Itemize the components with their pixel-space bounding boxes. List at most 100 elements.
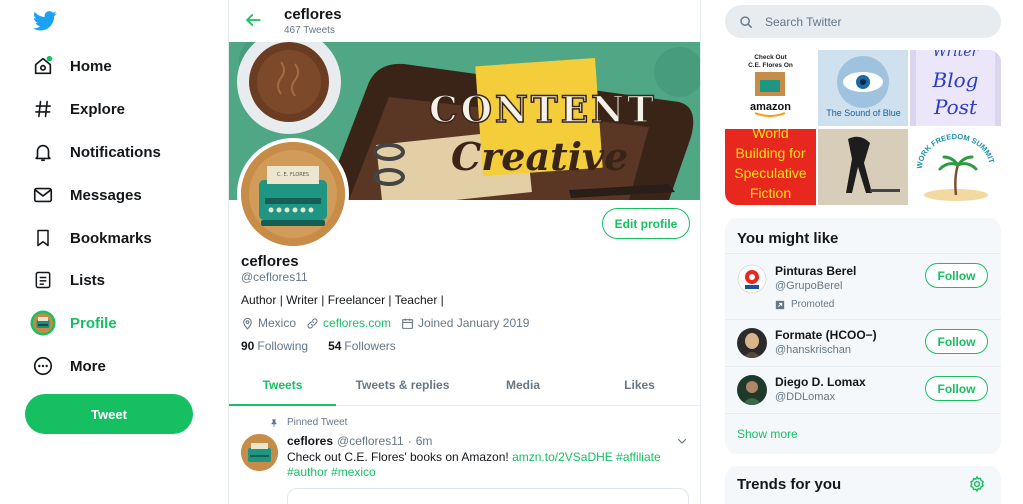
sidebar-item-notifications[interactable]: Notifications — [30, 137, 161, 167]
media-tile-book-cover[interactable] — [817, 128, 909, 205]
tile-text-line2: Blog — [932, 68, 979, 92]
sidebar-item-label: Home — [70, 57, 112, 75]
suggestion-handle: @hanskrischan — [775, 344, 851, 356]
location-pin-icon — [243, 317, 252, 330]
media-tile-world-building[interactable]: World Building for Speculative Fiction — [725, 128, 816, 205]
media-tile-amazon-books[interactable]: Check Out C.E. Flores On amazon — [725, 50, 816, 127]
media-tile-writer-blog-post[interactable]: Writer Blog Post — [910, 50, 1001, 127]
sidebar-item-label: More — [70, 357, 106, 375]
tile-text-line3: Post — [933, 95, 978, 119]
tweet-link[interactable]: amzn.to/2VSaDHE — [512, 450, 613, 464]
follow-button[interactable]: Follow — [925, 376, 988, 401]
gear-icon[interactable] — [968, 475, 986, 493]
location-text: Mexico — [258, 316, 297, 330]
bell-icon — [30, 139, 56, 165]
suggestion-avatar[interactable] — [737, 375, 767, 405]
profile-joined: Joined January 2019 — [401, 316, 529, 330]
hashtag-affiliate[interactable]: #affiliate — [616, 450, 660, 464]
suggestion-item[interactable]: Pinturas Berel @GrupoBerel Promoted Foll… — [725, 253, 1001, 319]
profile-website[interactable]: ceflores.com — [306, 316, 391, 330]
typewriter-paper-text: C. E. FLORES — [277, 172, 309, 178]
suggestion-item[interactable]: Diego D. Lomax @DDLomax Follow — [725, 366, 1001, 413]
panel-title: Trends for you — [737, 476, 842, 493]
tile-caption: The Sound of Blue — [826, 108, 901, 118]
tweet-text: Check out C.E. Flores' books on Amazon! … — [287, 450, 682, 480]
sidebar-item-home[interactable]: Home — [30, 51, 112, 81]
suggestion-handle: @GrupoBerel — [775, 280, 843, 292]
tab-media[interactable]: Media — [469, 365, 577, 405]
header-name: ceflores — [284, 6, 342, 23]
pinned-indicator: Pinned Tweet — [269, 417, 347, 428]
search-box[interactable] — [725, 5, 1001, 38]
amazon-logo-text: amazon — [750, 101, 791, 113]
search-input[interactable] — [765, 14, 985, 29]
tab-likes[interactable]: Likes — [577, 365, 700, 405]
tweet-author-handle: @ceflores11 — [337, 434, 404, 448]
tweet-link-card[interactable] — [287, 488, 689, 504]
panel-divider — [725, 413, 1001, 414]
promoted-icon — [775, 300, 785, 309]
tweet-body-text: Check out C.E. Flores' books on Amazon! — [287, 450, 509, 464]
edit-profile-button[interactable]: Edit profile — [602, 208, 690, 239]
back-arrow-icon[interactable] — [243, 10, 263, 30]
tweet-author-name[interactable]: ceflores — [287, 434, 333, 448]
hashtag-author[interactable]: #author — [287, 465, 328, 479]
website-link[interactable]: ceflores.com — [323, 316, 391, 330]
sidebar-item-lists[interactable]: Lists — [30, 265, 105, 295]
profile-main-column: ceflores 467 Tweets CONTENT Creative C. … — [228, 0, 701, 504]
more-circle-icon — [30, 353, 56, 379]
media-tile-work-freedom-summit[interactable]: WORK FREEDOM SUMMIT — [910, 128, 1001, 205]
panel-title: You might like — [737, 230, 839, 247]
sidebar-item-profile[interactable]: Profile — [30, 308, 117, 338]
tab-tweets[interactable]: Tweets — [229, 365, 336, 406]
tweet-author-avatar[interactable] — [241, 434, 278, 471]
search-icon — [740, 15, 752, 28]
trends-panel: Trends for you — [725, 466, 1001, 504]
sidebar-item-label: Lists — [70, 271, 106, 289]
sidebar-item-bookmarks[interactable]: Bookmarks — [30, 223, 152, 253]
suggestion-avatar[interactable] — [737, 264, 767, 294]
tweet-button[interactable]: Tweet — [25, 394, 193, 434]
follow-button[interactable]: Follow — [925, 263, 988, 288]
suggestion-item[interactable]: Formate (HCOO−) @hanskrischan Follow — [725, 319, 1001, 366]
hashtag-mexico[interactable]: #mexico — [331, 465, 376, 479]
sidebar-item-explore[interactable]: Explore — [30, 94, 125, 124]
suggestion-name[interactable]: Pinturas Berel — [775, 264, 856, 278]
followers-count: 54 — [328, 339, 342, 353]
banner-title-line2: Creative — [451, 134, 628, 179]
tweet-header: ceflores @ceflores11 · 6m — [287, 434, 432, 448]
pin-icon — [271, 418, 277, 427]
bookmark-icon — [30, 225, 56, 251]
calendar-icon — [402, 318, 413, 329]
followers-label: Followers — [344, 339, 396, 353]
list-icon — [30, 267, 56, 293]
profile-meta: Mexico ceflores.com Joined January 2019 — [241, 316, 539, 330]
pinned-label: Pinned Tweet — [287, 417, 348, 428]
media-grid: Check Out C.E. Flores On amazon The Soun… — [725, 50, 1001, 205]
follow-button[interactable]: Follow — [925, 329, 988, 354]
sidebar-item-messages[interactable]: Messages — [30, 180, 142, 210]
following-label: Following — [257, 339, 309, 353]
profile-avatar — [30, 310, 56, 336]
chevron-down-icon[interactable] — [676, 435, 688, 447]
followers-link[interactable]: 54 Followers — [328, 339, 396, 353]
tweet-separator: · — [407, 434, 412, 448]
sidebar-item-more[interactable]: More — [30, 351, 106, 381]
sidebar-item-label: Messages — [70, 186, 142, 204]
sidebar-item-label: Profile — [70, 314, 117, 332]
profile-handle: @ceflores11 — [241, 270, 308, 284]
following-link[interactable]: 90 Following — [241, 339, 308, 353]
show-more-link[interactable]: Show more — [737, 427, 798, 441]
tab-tweets-and-replies[interactable]: Tweets & replies — [336, 365, 469, 405]
tweet-time[interactable]: 6m — [416, 434, 433, 448]
profile-avatar-large[interactable]: C. E. FLORES — [237, 138, 349, 250]
suggestion-name[interactable]: Formate (HCOO−) — [775, 328, 877, 342]
banner-title-line1: CONTENT — [429, 89, 657, 131]
profile-name: ceflores — [241, 253, 299, 270]
media-tile-sound-of-blue[interactable]: The Sound of Blue — [817, 50, 909, 127]
twitter-bird-icon[interactable] — [33, 10, 57, 32]
you-might-like-panel: You might like Pinturas Berel @GrupoBere… — [725, 218, 1001, 454]
suggestion-name[interactable]: Diego D. Lomax — [775, 375, 866, 389]
tile-text-line1: Writer — [933, 50, 980, 60]
suggestion-avatar[interactable] — [737, 328, 767, 358]
